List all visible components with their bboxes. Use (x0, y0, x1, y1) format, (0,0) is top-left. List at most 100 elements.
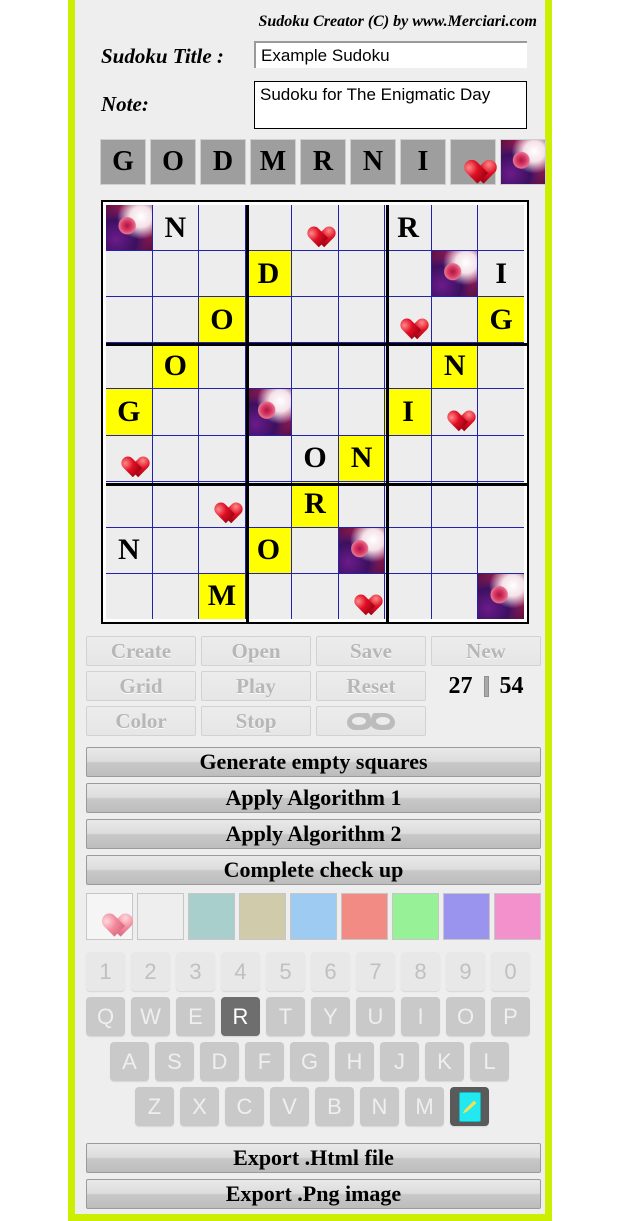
grid-cell-r4c6[interactable] (338, 343, 385, 389)
grid-cell-r5c3[interactable] (199, 389, 245, 435)
note-input[interactable] (254, 81, 527, 129)
grid-cell-r9c6[interactable] (338, 573, 385, 619)
grid-cell-r9c7[interactable] (385, 573, 431, 619)
grid-cell-r8c3[interactable] (199, 527, 245, 573)
palette-heart-icon[interactable] (450, 139, 496, 185)
periwinkle-swatch[interactable] (443, 893, 490, 940)
grid-button[interactable]: Grid (86, 671, 196, 701)
grid-cell-r3c9[interactable]: G (478, 297, 524, 343)
grid-cell-r3c7[interactable] (385, 297, 431, 343)
export-png-button[interactable]: Export .Png image (86, 1179, 541, 1209)
grid-cell-r6c3[interactable] (199, 435, 245, 481)
grid-cell-r8c1[interactable]: N (106, 527, 152, 573)
grid-cell-r9c5[interactable] (292, 573, 338, 619)
open-button[interactable]: Open (201, 636, 311, 666)
key-x[interactable]: X (180, 1087, 219, 1126)
grid-cell-r6c6[interactable]: N (338, 435, 385, 481)
key-a[interactable]: A (110, 1042, 149, 1081)
play-button[interactable]: Play (201, 671, 311, 701)
key-b[interactable]: B (315, 1087, 354, 1126)
grid-cell-r3c2[interactable] (152, 297, 199, 343)
grid-cell-r7c8[interactable] (431, 481, 478, 527)
complete-check-up-button[interactable]: Complete check up (86, 855, 541, 885)
grid-cell-r2c9[interactable]: I (478, 251, 524, 297)
key-s[interactable]: S (155, 1042, 194, 1081)
key-m[interactable]: M (405, 1087, 444, 1126)
grid-cell-r1c7[interactable]: R (385, 205, 431, 251)
palette-letter-d[interactable]: D (200, 139, 246, 185)
grid-cell-r5c8[interactable] (431, 389, 478, 435)
key-1[interactable]: 1 (86, 952, 125, 991)
create-button[interactable]: Create (86, 636, 196, 666)
grid-cell-r7c2[interactable] (152, 481, 199, 527)
key-c[interactable]: C (225, 1087, 264, 1126)
grid-cell-r1c9[interactable] (478, 205, 524, 251)
key-6[interactable]: 6 (311, 952, 350, 991)
grid-cell-r1c2[interactable]: N (152, 205, 199, 251)
key-5[interactable]: 5 (266, 952, 305, 991)
eraser-key[interactable] (450, 1087, 489, 1126)
grid-cell-r4c8[interactable]: N (431, 343, 478, 389)
grid-cell-r9c9[interactable] (478, 573, 524, 619)
grid-cell-r8c6[interactable] (338, 527, 385, 573)
grid-cell-r4c2[interactable]: O (152, 343, 199, 389)
grid-cell-r9c4[interactable] (245, 573, 292, 619)
grid-cell-r5c5[interactable] (292, 389, 338, 435)
key-3[interactable]: 3 (176, 952, 215, 991)
grid-cell-r7c3[interactable] (199, 481, 245, 527)
grid-cell-r1c4[interactable] (245, 205, 292, 251)
key-h[interactable]: H (335, 1042, 374, 1081)
grid-cell-r3c3[interactable]: O (199, 297, 245, 343)
salmon-swatch[interactable] (341, 893, 388, 940)
key-o[interactable]: O (446, 997, 485, 1036)
new-button[interactable]: New (431, 636, 541, 666)
grid-cell-r9c8[interactable] (431, 573, 478, 619)
grid-cell-r1c1[interactable] (106, 205, 152, 251)
grid-cell-r8c8[interactable] (431, 527, 478, 573)
key-q[interactable]: Q (86, 997, 125, 1036)
grid-cell-r7c9[interactable] (478, 481, 524, 527)
grid-cell-r2c3[interactable] (199, 251, 245, 297)
key-j[interactable]: J (380, 1042, 419, 1081)
key-d[interactable]: D (200, 1042, 239, 1081)
key-t[interactable]: T (266, 997, 305, 1036)
key-z[interactable]: Z (135, 1087, 174, 1126)
key-r[interactable]: R (221, 997, 260, 1036)
grid-cell-r6c7[interactable] (385, 435, 431, 481)
color-button[interactable]: Color (86, 706, 196, 736)
grid-cell-r5c1[interactable]: G (106, 389, 152, 435)
grid-cell-r7c4[interactable] (245, 481, 292, 527)
grid-cell-r6c1[interactable] (106, 435, 152, 481)
grid-cell-r9c3[interactable]: M (199, 573, 245, 619)
grid-cell-r1c5[interactable] (292, 205, 338, 251)
grid-cell-r2c6[interactable] (338, 251, 385, 297)
palette-letter-g[interactable]: G (100, 139, 146, 185)
grid-cell-r5c6[interactable] (338, 389, 385, 435)
key-f[interactable]: F (245, 1042, 284, 1081)
grid-cell-r1c8[interactable] (431, 205, 478, 251)
generate-empty-squares-button[interactable]: Generate empty squares (86, 747, 541, 777)
palette-letter-o[interactable]: O (150, 139, 196, 185)
grid-cell-r7c6[interactable] (338, 481, 385, 527)
key-l[interactable]: L (470, 1042, 509, 1081)
sudoku-grid[interactable]: NRDIOGONGIONRNOM (106, 205, 524, 619)
grid-cell-r2c1[interactable] (106, 251, 152, 297)
grid-cell-r2c7[interactable] (385, 251, 431, 297)
key-w[interactable]: W (131, 997, 170, 1036)
reset-button[interactable]: Reset (316, 671, 426, 701)
apply-algorithm-2-button[interactable]: Apply Algorithm 2 (86, 819, 541, 849)
grid-cell-r7c7[interactable] (385, 481, 431, 527)
stop-button[interactable]: Stop (201, 706, 311, 736)
grid-cell-r2c2[interactable] (152, 251, 199, 297)
key-k[interactable]: K (425, 1042, 464, 1081)
key-9[interactable]: 9 (446, 952, 485, 991)
grid-cell-r4c4[interactable] (245, 343, 292, 389)
grid-cell-r3c6[interactable] (338, 297, 385, 343)
key-2[interactable]: 2 (131, 952, 170, 991)
teal-swatch[interactable] (188, 893, 235, 940)
key-v[interactable]: V (270, 1087, 309, 1126)
key-0[interactable]: 0 (491, 952, 530, 991)
export-html-button[interactable]: Export .Html file (86, 1143, 541, 1173)
grid-cell-r1c6[interactable] (338, 205, 385, 251)
palette-letter-m[interactable]: M (250, 139, 296, 185)
